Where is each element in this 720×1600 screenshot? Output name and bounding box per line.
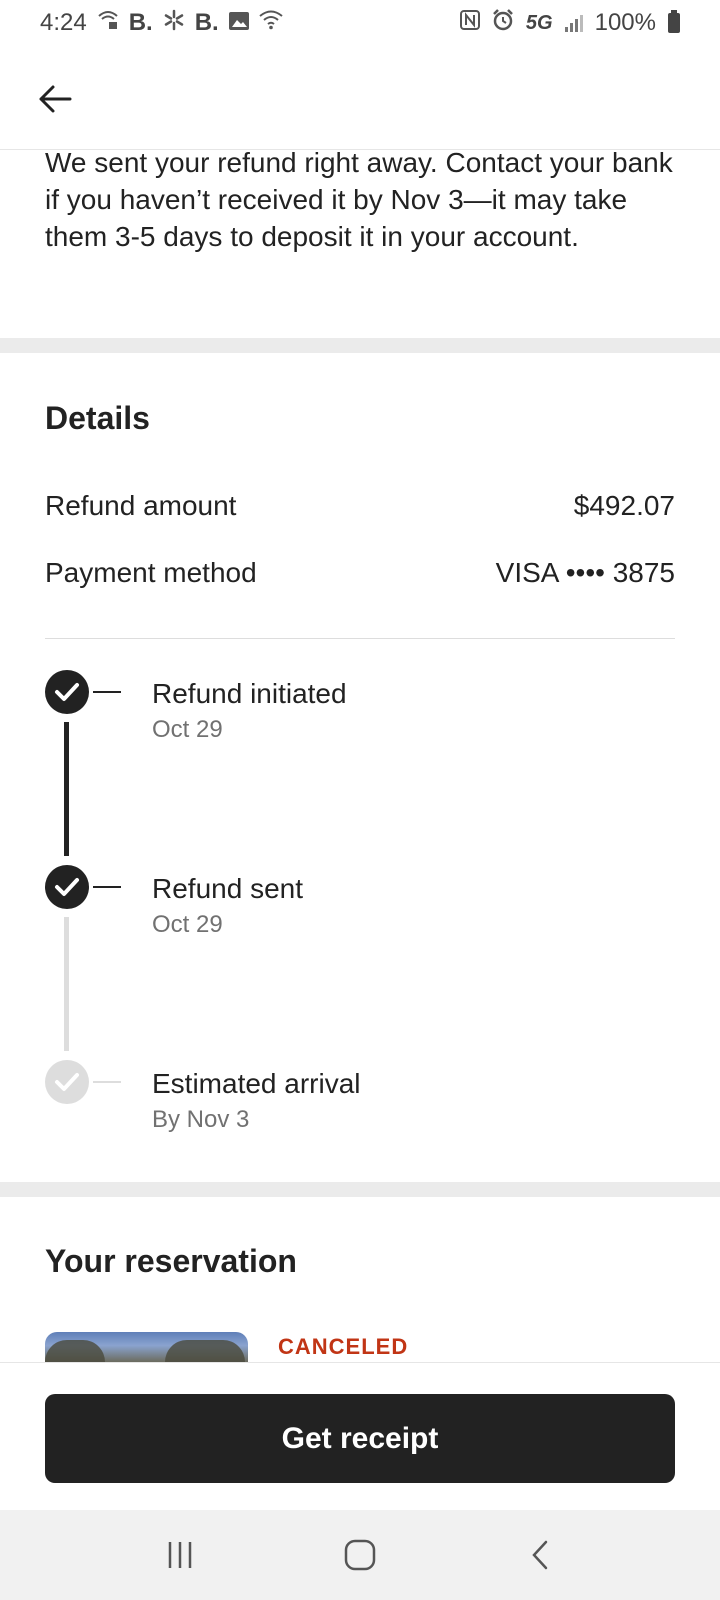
top-app-bar (0, 46, 720, 150)
reservation-thumbnail[interactable] (45, 1332, 248, 1362)
check-circle-icon (45, 670, 89, 714)
recents-icon (168, 1542, 192, 1568)
alarm-icon (492, 8, 514, 38)
refund-message: We sent your refund right away. Contact … (45, 147, 673, 252)
details-title: Details (45, 400, 150, 436)
refund-amount-row: Refund amount $492.07 (45, 490, 675, 522)
battery-icon (668, 10, 680, 33)
payment-method-label: Payment method (45, 557, 257, 588)
status-time: 4:24 (40, 9, 87, 36)
check-circle-icon (45, 865, 89, 909)
battery-percent: 100% (594, 9, 656, 36)
home-button[interactable] (330, 1525, 390, 1585)
wifi-icon (259, 9, 283, 37)
timeline-step: Refund initiated Oct 29 (45, 670, 675, 750)
home-icon (344, 1539, 376, 1571)
gallery-icon (228, 9, 249, 37)
back-button[interactable] (30, 74, 80, 124)
booking-icon: B. (194, 9, 219, 36)
bottom-action-bar: Get receipt (0, 1362, 720, 1510)
get-receipt-button[interactable]: Get receipt (45, 1394, 675, 1483)
timeline-step-date: Oct 29 (152, 911, 223, 938)
timeline-step-label: Estimated arrival (152, 1068, 361, 1099)
back-icon (532, 1540, 548, 1570)
booking-icon: B. (128, 9, 153, 36)
timeline-step: Refund sent Oct 29 (45, 865, 675, 945)
check-circle-icon (45, 1060, 89, 1104)
section-separator (0, 338, 720, 353)
payment-method-value: VISA •••• 3875 (495, 557, 675, 588)
refund-amount-label: Refund amount (45, 490, 237, 521)
arrow-left-icon (39, 85, 72, 113)
divider (45, 638, 675, 639)
timeline-tick (93, 1081, 121, 1083)
reservation-title: Your reservation (45, 1243, 297, 1279)
photo-tree (165, 1340, 245, 1362)
timeline-step: Estimated arrival By Nov 3 (45, 1060, 675, 1140)
system-navigation-bar (0, 1510, 720, 1600)
signal-icon (564, 14, 583, 32)
timeline-step-label: Refund initiated (152, 678, 347, 709)
timeline-step-date: By Nov 3 (152, 1106, 250, 1133)
refund-amount-value: $492.07 (573, 490, 675, 521)
wifi-calling-icon (97, 9, 119, 37)
recents-button[interactable] (150, 1525, 210, 1585)
timeline-tick (93, 886, 121, 888)
photo-tree (45, 1340, 105, 1362)
network-type: 5G (525, 11, 553, 34)
timeline-step-date: Oct 29 (152, 716, 223, 743)
timeline-tick (93, 691, 121, 693)
section-separator (0, 1182, 720, 1197)
status-bar: 4:24 B. B. 5G 100% (0, 0, 720, 46)
timeline-step-label: Refund sent (152, 873, 303, 904)
nav-back-button[interactable] (510, 1525, 570, 1585)
reservation-status-badge: CANCELED (278, 1334, 409, 1359)
walmart-spark-icon (163, 9, 185, 38)
payment-method-row: Payment method VISA •••• 3875 (45, 557, 675, 589)
nfc-icon (459, 9, 480, 37)
